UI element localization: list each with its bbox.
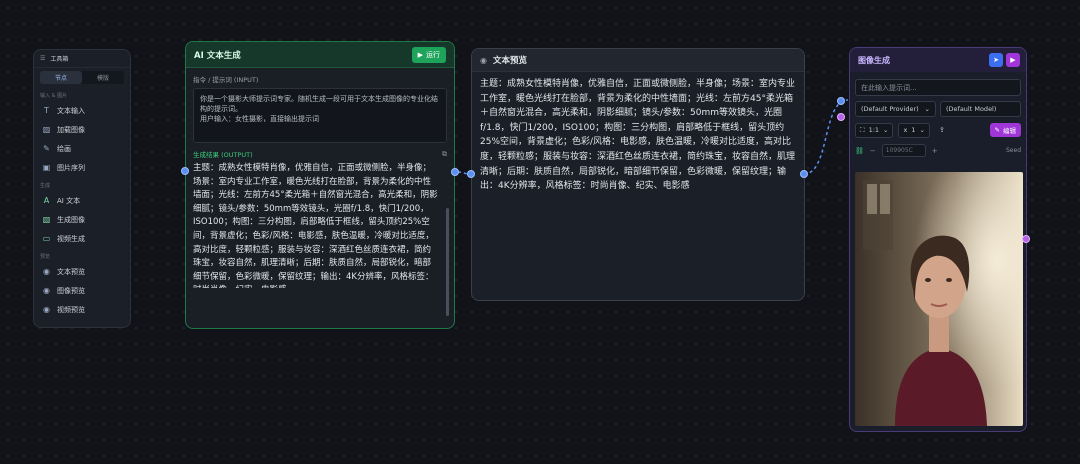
- toolbox-item-label: 图片序列: [57, 163, 85, 172]
- chevron-down-icon: ⌄: [883, 126, 889, 134]
- eye-icon: ◉: [43, 305, 50, 314]
- input-label: 指令 / 提示词 (INPUT): [193, 76, 259, 84]
- image-gen-icon: ▧: [42, 215, 51, 224]
- toolbox-item[interactable]: ◉ 图像预览: [34, 281, 130, 300]
- ai-text-title: AI 文本生成: [194, 50, 241, 61]
- plus-icon[interactable]: +: [932, 147, 938, 155]
- toolbox-item-label: AI 文本: [57, 196, 81, 205]
- preview-input-port[interactable]: [467, 170, 475, 178]
- toolbox-item[interactable]: T 文本输入: [34, 101, 130, 120]
- send-icon[interactable]: ➤: [989, 53, 1003, 67]
- toolbox-section-label: 预览: [40, 254, 51, 260]
- preview-header[interactable]: ◉ 文本预览: [472, 49, 804, 72]
- toolbox-item[interactable]: ▭ 视频生成: [34, 229, 130, 248]
- lock-icon[interactable]: ⛓: [855, 147, 864, 155]
- toolbox-title: 工具箱: [50, 56, 69, 63]
- image-gen-input-port-image[interactable]: [837, 113, 845, 121]
- image-sequence-icon: ▣: [42, 163, 51, 172]
- toolbox-item-label: 加载图像: [57, 125, 85, 134]
- image-gen-node[interactable]: 图像生成 ➤ ▶ 在此输入提示词... (Default Provider) ⌄…: [849, 47, 1027, 432]
- output-text: 主题：成熟女性模特肖像，优雅自信，正面或微侧脸，半身像；场景：室内专业工作室，暖…: [193, 163, 438, 288]
- ratio-select[interactable]: ⛶ 1:1 ⌄: [855, 122, 894, 138]
- toolbox-item-label: 绘画: [57, 144, 71, 153]
- toolbox-tabs: 节点 模版: [40, 71, 124, 84]
- toolbox-item[interactable]: ▣ 图片序列: [34, 158, 130, 177]
- seed-label: Seed: [1006, 147, 1021, 154]
- prompt-input[interactable]: 你是一个摄影大师提示词专家。随机生成一段可用于文本生成图像的专业化结构的提示词。…: [193, 88, 447, 143]
- ai-text-output-port[interactable]: [451, 168, 459, 176]
- pencil-icon: ✎: [994, 126, 1000, 134]
- toolbox-item[interactable]: ▧ 生成图像: [34, 210, 130, 229]
- seed-input[interactable]: 109905C: [881, 144, 926, 157]
- toolbox-item-label: 文本输入: [57, 106, 85, 115]
- toolbox-item-label: 视频生成: [57, 234, 85, 243]
- toolbox-item-label: 图像预览: [57, 286, 85, 295]
- count-select[interactable]: x 1 ⌄: [898, 122, 930, 138]
- image-gen-title: 图像生成: [858, 55, 890, 65]
- brush-icon: ✎: [43, 144, 50, 153]
- provider-value: (Default Provider): [861, 105, 919, 113]
- generated-image[interactable]: [855, 172, 1023, 426]
- model-select[interactable]: (Default Model): [940, 101, 1021, 117]
- image-gen-output-port[interactable]: [1022, 235, 1030, 243]
- toolbox-item-label: 视频预览: [57, 305, 85, 314]
- chevron-down-icon: ⌄: [919, 126, 925, 134]
- toolbox-item-label: 文本预览: [57, 267, 85, 276]
- image-gen-header[interactable]: 图像生成 ➤ ▶: [850, 48, 1026, 72]
- chevron-down-icon: ⌄: [924, 105, 930, 113]
- preview-text: 主题：成熟女性模特肖像，优雅自信，正面或微侧脸，半身像；场景：室内专业工作室，暖…: [480, 79, 796, 192]
- toolbox-section-label: 生成: [40, 183, 51, 189]
- eye-icon: ◉: [43, 286, 50, 295]
- preview-output-port[interactable]: [800, 170, 808, 178]
- grip-icon[interactable]: ☰: [40, 55, 45, 62]
- preview-title: 文本预览: [492, 56, 527, 66]
- run-button[interactable]: ▶ 运行: [411, 46, 446, 63]
- toolbox-item[interactable]: ▨ 加载图像: [34, 120, 130, 139]
- toolbox-item[interactable]: ✎ 绘画: [34, 139, 130, 158]
- play-icon: ▶: [417, 50, 423, 59]
- model-value: (Default Model): [946, 105, 997, 113]
- toolbox-item[interactable]: ◉ 视频预览: [34, 300, 130, 319]
- run-label: 运行: [426, 50, 440, 59]
- output-scrollbar[interactable]: [446, 208, 449, 316]
- ratio-value: 1:1: [868, 126, 880, 134]
- tab-nodes[interactable]: 节点: [40, 71, 82, 84]
- ai-text-header[interactable]: AI 文本生成 ▶ 运行: [186, 42, 454, 68]
- video-gen-icon: ▭: [42, 234, 51, 243]
- upload-icon[interactable]: ⇪: [939, 126, 945, 134]
- edit-button[interactable]: ✎ 编辑: [989, 123, 1021, 137]
- ai-text-input-port[interactable]: [181, 167, 189, 175]
- image-prompt-input[interactable]: 在此输入提示词...: [855, 79, 1021, 96]
- edit-label: 编辑: [1003, 127, 1016, 135]
- output-label: 生成结果 (OUTPUT): [193, 151, 253, 159]
- tab-templates[interactable]: 模版: [82, 71, 124, 84]
- toolbox-section-label: 输入 & 图片: [40, 93, 68, 99]
- image-icon: ▨: [42, 125, 51, 134]
- ai-text-node[interactable]: AI 文本生成 ▶ 运行 指令 / 提示词 (INPUT) 你是一个摄影大师提示…: [185, 41, 455, 329]
- toolbox-item[interactable]: ◉ 文本预览: [34, 262, 130, 281]
- text-preview-node[interactable]: ◉ 文本预览 主题：成熟女性模特肖像，优雅自信，正面或微侧脸，半身像；场景：室内…: [471, 48, 805, 301]
- toolbox-item[interactable]: A AI 文本: [34, 191, 130, 210]
- copy-icon[interactable]: ⧉: [442, 150, 447, 159]
- ai-text-icon: A: [43, 196, 50, 205]
- eye-icon: ◉: [480, 55, 487, 65]
- toolbox-header[interactable]: ☰ 工具箱: [34, 50, 130, 68]
- minus-icon[interactable]: −: [870, 147, 876, 155]
- count-value: 1: [911, 126, 916, 134]
- text-icon: T: [44, 106, 49, 115]
- count-prefix: x: [903, 126, 908, 134]
- provider-select[interactable]: (Default Provider) ⌄: [855, 101, 936, 117]
- toolbox-item-label: 生成图像: [57, 215, 85, 224]
- crop-icon: ⛶: [860, 125, 865, 134]
- eye-icon: ◉: [43, 267, 50, 276]
- play-icon[interactable]: ▶: [1006, 53, 1020, 67]
- image-gen-input-port-text[interactable]: [837, 97, 845, 105]
- toolbox-panel: ☰ 工具箱 节点 模版 输入 & 图片 T 文本输入 ▨ 加载图像 ✎ 绘画 ▣ 图片序列生成 A…: [33, 49, 131, 328]
